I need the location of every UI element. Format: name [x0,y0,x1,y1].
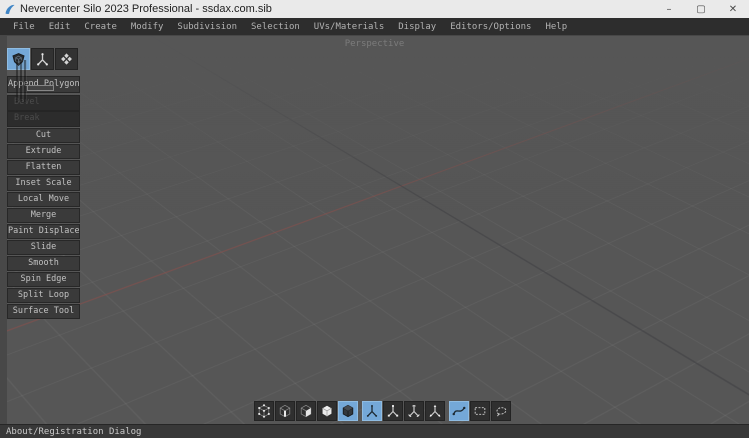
panel-dock-strip [0,36,7,424]
selection-style-group [449,401,511,421]
tool-button-inset-scale[interactable]: Inset Scale [7,176,80,191]
move-tool-button[interactable] [362,401,382,421]
menu-modify[interactable]: Modify [124,22,171,32]
menu-display[interactable]: Display [391,22,443,32]
tool-button-slide[interactable]: Slide [7,240,80,255]
menu-uvs-materials[interactable]: UVs/Materials [307,22,391,32]
multi-mode-icon [341,404,355,418]
face-mode-button[interactable] [296,401,316,421]
edge-mode-button[interactable] [275,401,295,421]
menu-subdivision[interactable]: Subdivision [170,22,244,32]
camera-label: Perspective [0,39,749,49]
tool-button-local-move[interactable]: Local Move [7,192,80,207]
tool-button-flatten[interactable]: Flatten [7,160,80,175]
silo-logo-icon [4,3,16,15]
scale-tool-icon [386,404,400,418]
tool-tab-manipulators[interactable] [31,48,54,70]
manipulator-group [362,401,445,421]
universal-manipulator-icon [428,404,442,418]
tool-button-spin-edge[interactable]: Spin Edge [7,272,80,287]
area-select-icon [473,404,487,418]
menu-help[interactable]: Help [538,22,574,32]
multi-mode-button[interactable] [338,401,358,421]
tool-button-break[interactable]: Break [7,111,80,127]
titlebar: Nevercenter Silo 2023 Professional - ssd… [0,0,749,18]
silo-app-window: Nevercenter Silo 2023 Professional - ssd… [0,0,749,438]
status-text: About/Registration Dialog [6,427,141,437]
statusbar: About/Registration Dialog [0,424,749,438]
render-artifact-box [27,85,54,91]
vertex-mode-button[interactable] [254,401,274,421]
window-controls: – ▢ ✕ [653,0,749,18]
grid-horizon-fade [0,36,749,424]
universal-manipulator-button[interactable] [425,401,445,421]
tool-button-extrude[interactable]: Extrude [7,144,80,159]
tool-tab-primitives[interactable] [55,48,78,70]
close-button[interactable]: ✕ [717,0,749,18]
lasso-select-icon [494,404,508,418]
tool-button-surface-tool[interactable]: Surface Tool [7,304,80,319]
tool-button-smooth[interactable]: Smooth [7,256,80,271]
primitives-icon [59,52,74,67]
soft-selection-icon [452,404,466,418]
window-title: Nevercenter Silo 2023 Professional - ssd… [20,3,272,15]
scale-tool-button[interactable] [383,401,403,421]
menubar: File Edit Create Modify Subdivision Sele… [0,18,749,35]
tool-panel: Append Polygon Bevel Break Cut Extrude F… [7,48,80,320]
tool-button-merge[interactable]: Merge [7,208,80,223]
soft-selection-button[interactable] [449,401,469,421]
manipulator-icon [35,52,50,67]
rotate-tool-icon [407,404,421,418]
maximize-button[interactable]: ▢ [685,0,717,18]
menu-edit[interactable]: Edit [42,22,78,32]
move-tool-icon [365,404,379,418]
menu-create[interactable]: Create [77,22,124,32]
face-mode-icon [299,404,313,418]
render-artifact-smear [16,60,27,102]
object-mode-icon [320,404,334,418]
area-select-button[interactable] [470,401,490,421]
lasso-select-button[interactable] [491,401,511,421]
selection-mode-group [254,401,358,421]
menu-editors-options[interactable]: Editors/Options [443,22,538,32]
tool-button-cut[interactable]: Cut [7,128,80,143]
menu-file[interactable]: File [6,22,42,32]
minimize-button[interactable]: – [653,0,685,18]
bottom-toolbar [254,401,511,421]
object-mode-button[interactable] [317,401,337,421]
vertex-mode-icon [257,404,271,418]
tool-button-split-loop[interactable]: Split Loop [7,288,80,303]
3d-viewport[interactable]: Perspective [0,35,749,424]
edge-mode-icon [278,404,292,418]
menu-selection[interactable]: Selection [244,22,307,32]
rotate-tool-button[interactable] [404,401,424,421]
tool-button-paint-displacement[interactable]: Paint Displacement [7,224,80,239]
